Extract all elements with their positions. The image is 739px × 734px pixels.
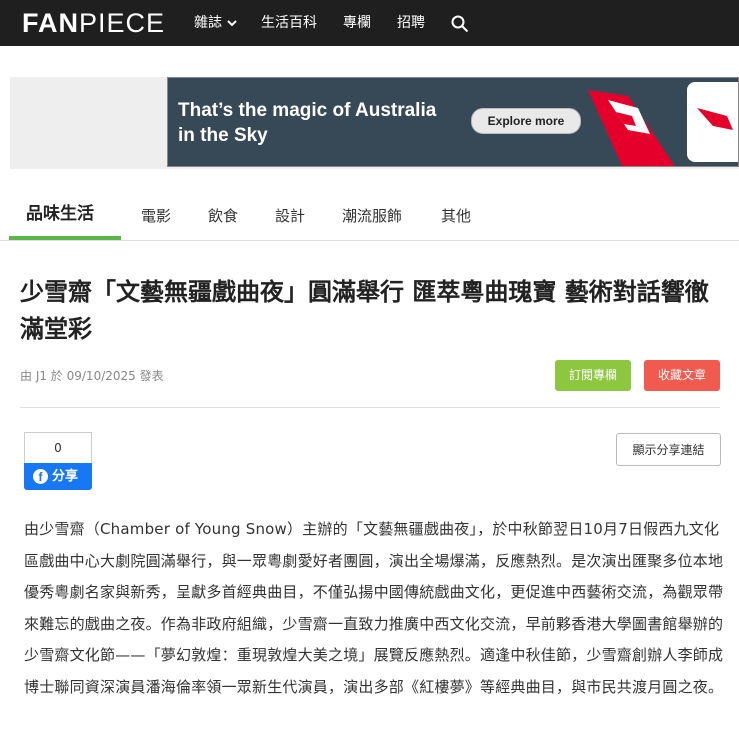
tab-design[interactable]: 設計 — [275, 206, 305, 226]
facebook-icon: f — [33, 469, 48, 484]
facebook-share-button[interactable]: f 分享 — [24, 463, 92, 490]
subscribe-column-button[interactable]: 訂閱專欄 — [555, 360, 631, 391]
active-tab-indicator — [9, 236, 121, 240]
tab-fashion[interactable]: 潮流服飾 — [342, 206, 402, 226]
kangaroo-logo-icon — [697, 108, 733, 130]
article-meta: 由 J1 於 09/10/2025 發表 — [20, 369, 164, 383]
ad-banner[interactable]: That’s the magic of Australia in the Sky … — [167, 77, 739, 167]
nav-lifestyle[interactable]: 生活百科 — [261, 13, 317, 33]
ad-logo-box — [687, 82, 738, 162]
tab-movies[interactable]: 電影 — [141, 206, 171, 226]
facebook-share-widget: 0 f 分享 — [24, 432, 92, 490]
share-count: 0 — [24, 432, 92, 463]
fanpiece-logo[interactable]: FANPIECE — [22, 6, 165, 40]
article-title: 少雪齋「文藝無疆戲曲夜」圓滿舉行 匯萃粵曲瑰寶 藝術對話響徹滿堂彩 — [20, 278, 709, 343]
show-share-link-button[interactable]: 顯示分享連結 — [616, 433, 721, 466]
favorite-article-button[interactable]: 收藏文章 — [644, 360, 720, 391]
category-tabs: 品味生活 電影 飲食 設計 潮流服飾 其他 — [0, 190, 739, 241]
ad-headline: That’s the magic of Australia in the Sky — [178, 100, 437, 146]
divider — [20, 407, 720, 408]
nav-magazine[interactable]: 雜誌 — [194, 13, 237, 33]
nav-columns[interactable]: 專欄 — [343, 13, 371, 33]
tab-taste-of-life[interactable]: 品味生活 — [26, 204, 94, 224]
nav-jobs[interactable]: 招聘 — [397, 13, 425, 33]
chevron-down-icon — [227, 20, 237, 27]
ad-explore-button[interactable]: Explore more — [471, 108, 581, 134]
tab-food[interactable]: 飲食 — [208, 206, 238, 226]
tab-others[interactable]: 其他 — [441, 206, 471, 226]
article-body: 由少雪齋（Chamber of Young Snow）主辦的「文藝無疆戲曲夜」，… — [24, 520, 724, 696]
airplane-tail-image — [588, 90, 675, 166]
top-navbar: FANPIECE 雜誌 生活百科 專欄 招聘 — [0, 0, 739, 46]
search-icon[interactable] — [451, 15, 469, 33]
